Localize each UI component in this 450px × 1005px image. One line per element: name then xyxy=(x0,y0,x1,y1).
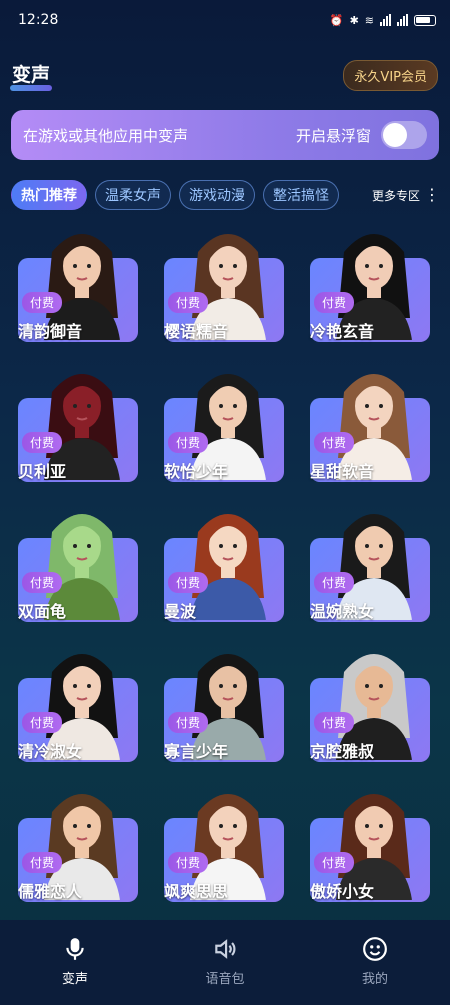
speaker-icon xyxy=(215,939,236,959)
voice-card[interactable]: 付费 曼波 xyxy=(164,502,284,622)
signal-icon-2 xyxy=(397,14,408,26)
voice-name: 儒雅恋人 xyxy=(18,882,83,901)
paid-badge: 付费 xyxy=(22,572,63,593)
voice-card[interactable]: 付费 儒雅恋人 xyxy=(18,782,138,902)
tab-hot[interactable]: 热门推荐 xyxy=(11,180,87,210)
nav-label: 我的 xyxy=(361,972,388,987)
voice-name: 星甜软音 xyxy=(310,462,375,481)
paid-badge: 付费 xyxy=(314,572,355,593)
voice-name: 京腔雅叔 xyxy=(310,742,375,761)
paid-badge: 付费 xyxy=(314,292,355,313)
paid-badge: 付费 xyxy=(314,852,355,873)
toggle-knob xyxy=(383,123,407,147)
vip-badge[interactable]: 永久VIP会员 xyxy=(343,59,438,91)
paid-badge: 付费 xyxy=(22,292,63,313)
status-time: 12:28 xyxy=(18,12,59,28)
voice-name: 冷艳玄音 xyxy=(310,322,375,341)
paid-badge: 付费 xyxy=(22,432,63,453)
banner-toggle-group: 开启悬浮窗 xyxy=(296,121,427,149)
alarm-icon: ⏰ xyxy=(329,13,344,27)
battery-icon xyxy=(414,14,436,26)
voice-name: 樱语糯音 xyxy=(164,322,229,341)
wifi-icon: ≋ xyxy=(364,13,374,27)
voice-name: 飒爽思思 xyxy=(164,882,229,901)
nav-label: 语音包 xyxy=(205,972,245,987)
nav-mine[interactable]: 我的 xyxy=(315,936,435,987)
microphone-icon xyxy=(66,938,84,960)
status-icons: ⏰ ✱ ≋ xyxy=(330,14,436,27)
category-tabs: 热门推荐 温柔女声 游戏动漫 整活搞怪 更多专区 ⋮ xyxy=(11,180,442,210)
header: 变声 永久VIP会员 xyxy=(9,58,438,92)
more-sections-button[interactable]: 更多专区 ⋮ xyxy=(372,187,440,204)
paid-badge: 付费 xyxy=(168,712,209,733)
paid-badge: 付费 xyxy=(22,712,63,733)
paid-badge: 付费 xyxy=(314,712,355,733)
paid-badge: 付费 xyxy=(168,432,209,453)
smile-face-icon xyxy=(363,937,387,961)
paid-badge: 付费 xyxy=(168,852,209,873)
floating-window-banner: 在游戏或其他应用中变声 开启悬浮窗 xyxy=(11,110,439,160)
voice-card[interactable]: 付费 清冷淑女 xyxy=(18,642,138,762)
voice-name: 清冷淑女 xyxy=(18,742,83,761)
voice-card[interactable]: 付费 樱语糯音 xyxy=(164,222,284,342)
voice-card[interactable]: 付费 傲娇小女 xyxy=(310,782,430,902)
voice-card[interactable]: 付费 温婉熟女 xyxy=(310,502,430,622)
tabs-scroll: 热门推荐 温柔女声 游戏动漫 整活搞怪 xyxy=(11,180,368,210)
signal-icon xyxy=(380,14,391,26)
more-sections-label: 更多专区 xyxy=(372,188,421,203)
voice-name: 双面龟 xyxy=(18,602,67,621)
voice-name: 曼波 xyxy=(164,602,197,621)
voice-card[interactable]: 付费 清韵御音 xyxy=(18,222,138,342)
paid-badge: 付费 xyxy=(168,572,209,593)
nav-label: 变声 xyxy=(61,972,88,987)
voice-card[interactable]: 付费 贝利亚 xyxy=(18,362,138,482)
floating-window-label: 开启悬浮窗 xyxy=(295,126,371,145)
voice-card[interactable]: 付费 飒爽思思 xyxy=(164,782,284,902)
voice-name: 温婉熟女 xyxy=(310,602,375,621)
voice-name: 寡言少年 xyxy=(164,742,229,761)
tab-gentle-female[interactable]: 温柔女声 xyxy=(95,180,171,210)
voice-card[interactable]: 付费 京腔雅叔 xyxy=(310,642,430,762)
tab-funny[interactable]: 整活搞怪 xyxy=(263,180,339,210)
floating-window-toggle[interactable] xyxy=(381,121,427,149)
more-dots-icon: ⋮ xyxy=(424,185,441,204)
nav-voice-pack[interactable]: 语音包 xyxy=(165,936,285,987)
page-title: 变声 xyxy=(9,60,53,91)
paid-badge: 付费 xyxy=(314,432,355,453)
tab-game-anime[interactable]: 游戏动漫 xyxy=(179,180,255,210)
nav-voice-change[interactable]: 变声 xyxy=(15,936,135,987)
voice-name: 软怡少年 xyxy=(164,462,229,481)
paid-badge: 付费 xyxy=(22,852,63,873)
voice-card[interactable]: 付费 软怡少年 xyxy=(164,362,284,482)
bottom-nav: 变声 语音包 我的 xyxy=(0,920,450,1005)
voice-grid: 付费 清韵御音 付费 樱语糯音 付费 冷艳玄音 付费 贝利亚 付费 软怡少年 付… xyxy=(18,222,438,902)
banner-text: 在游戏或其他应用中变声 xyxy=(23,126,189,145)
voice-name: 贝利亚 xyxy=(18,462,67,481)
bluetooth-icon: ✱ xyxy=(349,13,359,27)
voice-name: 清韵御音 xyxy=(18,322,83,341)
voice-card[interactable]: 付费 双面龟 xyxy=(18,502,138,622)
voice-name: 傲娇小女 xyxy=(310,882,375,901)
paid-badge: 付费 xyxy=(168,292,209,313)
voice-card[interactable]: 付费 寡言少年 xyxy=(164,642,284,762)
status-bar: 12:28 ⏰ ✱ ≋ xyxy=(0,0,450,40)
voice-card[interactable]: 付费 冷艳玄音 xyxy=(310,222,430,342)
voice-card[interactable]: 付费 星甜软音 xyxy=(310,362,430,482)
